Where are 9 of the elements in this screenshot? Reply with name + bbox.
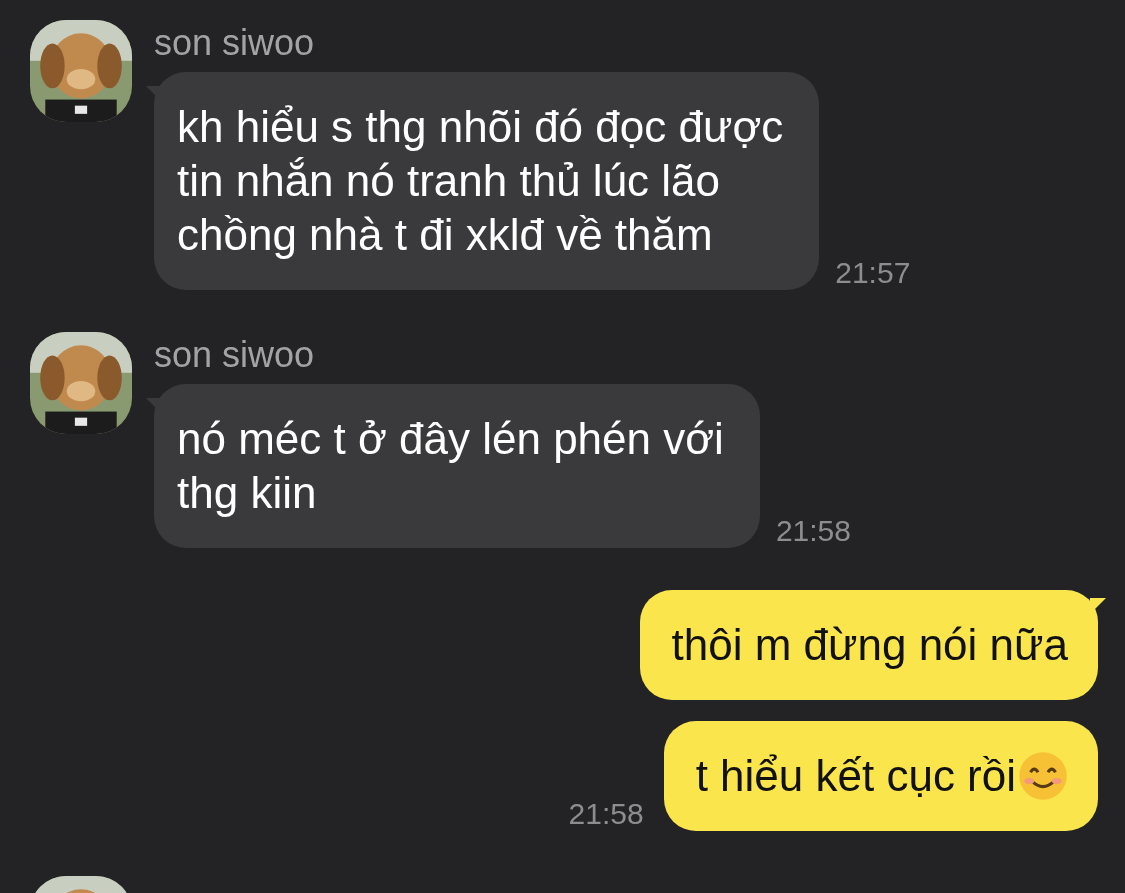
message-bubble: thôi m đừng nói nữa: [639, 590, 1098, 700]
sender-name: son siwoo: [154, 22, 316, 64]
message-bubble: kh hiểu s thg nhõi đó đọc được tin nhắn nó tranh thủ lúc lão chồng nhà t đi xklđ về thăm: [154, 72, 820, 290]
message-bubble: t hiểu kết cục rồi: [663, 721, 1098, 831]
sender-name: son siwoo: [154, 334, 316, 376]
message-time: 21:57: [835, 256, 911, 290]
message-bubble: nó méc t ở đây lén phén với thg kiin: [154, 384, 760, 548]
message-time: 21:58: [568, 797, 644, 831]
message-time: 21:58: [775, 514, 851, 548]
